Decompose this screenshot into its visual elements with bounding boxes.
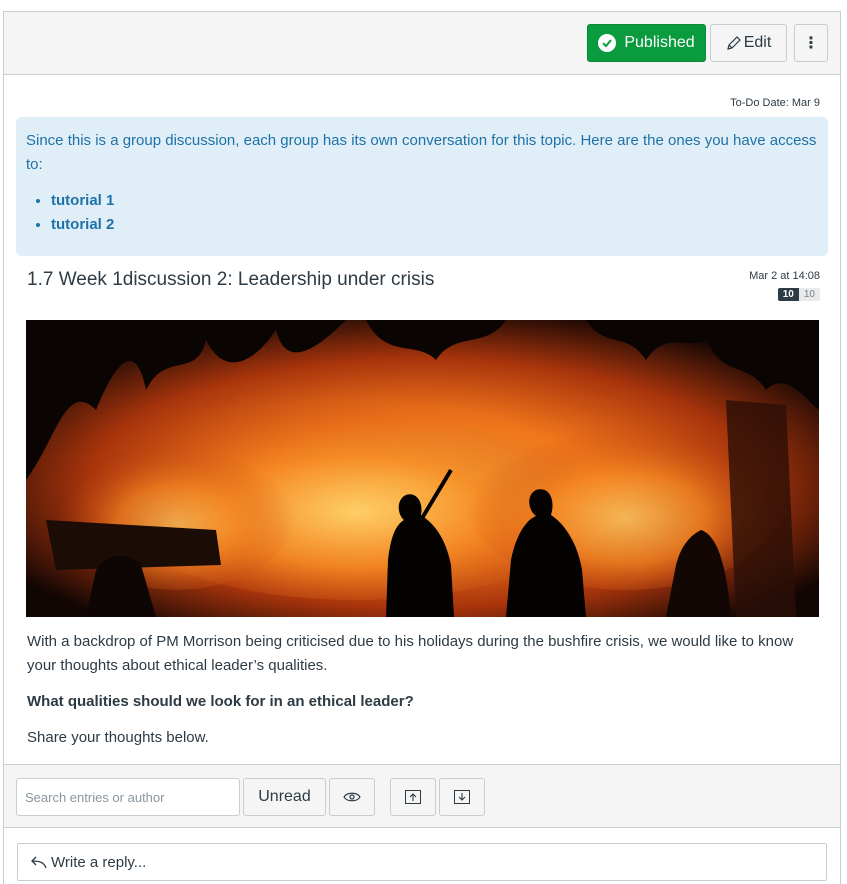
pencil-icon [726,36,741,50]
group-link-tutorial-1[interactable]: tutorial 1 [51,189,818,213]
group-list: tutorial 1 tutorial 2 [26,189,818,237]
discussion-header: Published Edit ⋮ [4,12,840,75]
discussion-toolbar: Unread [4,764,840,828]
unread-count-badge: 10 [777,288,799,301]
body-question: What qualities should we look for in an … [27,693,414,710]
unread-filter-button[interactable]: Unread [243,778,326,816]
discussion-frame: Published Edit ⋮ To-Do Date: Mar 9 Since… [3,11,841,884]
collapse-replies-button[interactable] [390,778,436,816]
eye-icon [343,792,361,802]
search-input[interactable] [16,778,240,816]
expand-replies-button[interactable] [439,778,485,816]
reply-counts: 10 10 [777,288,820,301]
group-notice-text: Since this is a group discussion, each g… [26,132,817,173]
group-notice: Since this is a group discussion, each g… [16,117,828,256]
edit-button[interactable]: Edit [710,24,787,62]
published-button[interactable]: Published [587,24,706,62]
todo-date: To-Do Date: Mar 9 [730,97,820,109]
write-reply-label: Write a reply... [51,853,147,871]
group-link-tutorial-2[interactable]: tutorial 2 [51,213,818,237]
reply-arrow-icon [31,856,47,869]
discussion-body: With a backdrop of PM Morrison being cri… [27,630,822,762]
total-count-badge: 10 [798,288,820,301]
discussion-date: Mar 2 at 14:08 [749,270,820,282]
check-circle-icon [598,34,617,52]
body-paragraph-2: Share your thoughts below. [27,729,209,746]
more-options-button[interactable]: ⋮ [794,24,828,62]
mark-read-button[interactable] [329,778,375,816]
published-label: Published [624,34,695,51]
body-paragraph-1: With a backdrop of PM Morrison being cri… [27,633,794,674]
kebab-icon: ⋮ [803,35,819,52]
collapse-up-icon [405,790,421,804]
discussion-title: 1.7 Week 1discussion 2: Leadership under… [27,269,435,290]
edit-label: Edit [743,34,772,51]
expand-down-icon [454,790,470,804]
write-reply-button[interactable]: Write a reply... [17,843,827,881]
unread-label: Unread [258,788,311,805]
bushfire-image [26,320,819,617]
